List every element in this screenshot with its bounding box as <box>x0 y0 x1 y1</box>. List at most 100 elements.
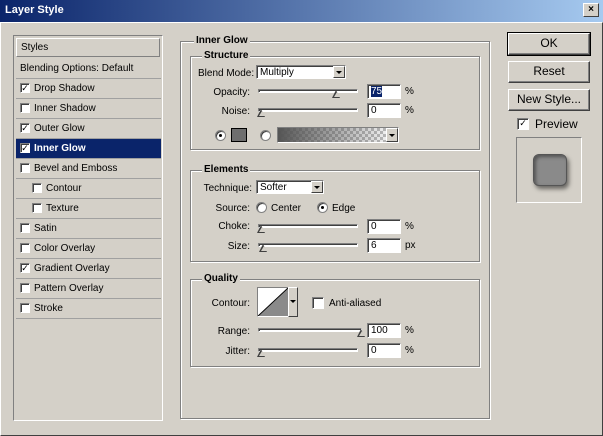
size-slider-track[interactable] <box>258 243 358 247</box>
opacity-unit: % <box>405 86 414 97</box>
chevron-down-icon <box>386 128 398 142</box>
jitter-field[interactable]: 0 <box>367 343 401 358</box>
style-checkbox[interactable]: ✓ <box>20 263 30 273</box>
range-unit: % <box>405 325 414 336</box>
technique-value: Softer <box>260 182 287 193</box>
style-item-pattern-overlay[interactable]: Pattern Overlay <box>16 279 161 299</box>
blend-mode-select[interactable]: Multiply <box>256 65 346 79</box>
noise-slider-thumb[interactable] <box>257 109 266 118</box>
glow-color-swatch[interactable] <box>231 128 247 142</box>
title-bar: Layer Style × <box>0 0 603 22</box>
style-item-label: Stroke <box>34 303 63 314</box>
style-checkbox[interactable] <box>20 223 30 233</box>
noise-value: 0 <box>371 105 377 116</box>
range-slider-track[interactable] <box>258 328 362 332</box>
style-checkbox[interactable] <box>20 103 30 113</box>
style-item-texture[interactable]: Texture <box>16 199 161 219</box>
styles-list-panel: Styles Blending Options: Default ✓ Drop Sh… <box>13 35 163 421</box>
choke-slider-track[interactable] <box>258 224 358 228</box>
style-item-inner-glow[interactable]: ✓ Inner Glow <box>16 139 161 159</box>
range-label: Range: <box>217 326 250 337</box>
jitter-slider-track[interactable] <box>258 348 358 352</box>
style-item-label: Outer Glow <box>34 123 85 134</box>
styles-list-header[interactable]: Styles <box>16 38 160 57</box>
contour-dropdown-arrow[interactable] <box>288 287 298 317</box>
style-item-inner-shadow[interactable]: Inner Shadow <box>16 99 161 119</box>
style-item-gradient-overlay[interactable]: ✓ Gradient Overlay <box>16 259 161 279</box>
source-edge-label: Edge <box>332 203 356 214</box>
style-checkbox[interactable] <box>20 163 30 173</box>
solid-color-radio[interactable] <box>215 130 226 141</box>
choke-value: 0 <box>371 221 377 232</box>
style-checkbox[interactable] <box>20 283 30 293</box>
style-item-label: Inner Shadow <box>34 103 96 114</box>
style-item-label: Pattern Overlay <box>34 283 104 294</box>
choke-label: Choke: <box>218 221 250 232</box>
gradient-radio[interactable] <box>260 130 271 141</box>
size-field[interactable]: 6 <box>367 238 401 253</box>
reset-button[interactable]: Reset <box>508 61 590 83</box>
anti-aliased-checkbox[interactable] <box>312 297 324 309</box>
source-label: Source: <box>215 203 250 214</box>
noise-slider-track[interactable] <box>258 108 358 112</box>
size-value: 6 <box>371 240 377 251</box>
style-item-label: Color Overlay <box>34 243 96 254</box>
style-item-label: Bevel and Emboss <box>34 163 118 174</box>
style-item-label: Inner Glow <box>34 143 86 154</box>
anti-aliased-label: Anti-aliased <box>329 298 382 309</box>
opacity-field[interactable]: 75 <box>367 84 401 99</box>
style-item-label: Texture <box>46 203 79 214</box>
technique-label: Technique: <box>203 183 252 194</box>
opacity-label: Opacity: <box>213 87 250 98</box>
style-item-blending-options-default[interactable]: Blending Options: Default <box>16 59 161 79</box>
range-field[interactable]: 100 <box>367 323 401 338</box>
opacity-slider-thumb[interactable] <box>332 90 341 99</box>
source-center-radio[interactable] <box>256 202 267 213</box>
style-item-contour[interactable]: Contour <box>16 179 161 199</box>
size-slider-thumb[interactable] <box>259 244 268 253</box>
style-item-outer-glow[interactable]: ✓ Outer Glow <box>16 119 161 139</box>
style-item-bevel-and-emboss[interactable]: Bevel and Emboss <box>16 159 161 179</box>
gradient-picker[interactable] <box>277 127 399 143</box>
structure-title: Structure <box>202 50 251 61</box>
elements-title: Elements <box>202 164 251 175</box>
technique-select[interactable]: Softer <box>256 180 324 194</box>
ok-button[interactable]: OK <box>507 32 591 56</box>
close-icon[interactable]: × <box>583 3 599 17</box>
choke-field[interactable]: 0 <box>367 219 401 234</box>
contour-linear-icon <box>257 287 289 317</box>
preview-checkbox[interactable]: ✓ <box>517 118 529 130</box>
size-label: Size: <box>227 241 250 252</box>
style-checkbox[interactable] <box>20 243 30 253</box>
source-edge-radio[interactable] <box>317 202 328 213</box>
style-item-label: Gradient Overlay <box>34 263 110 274</box>
style-item-satin[interactable]: Satin <box>16 219 161 239</box>
contour-thumbnail[interactable] <box>257 287 289 317</box>
jitter-label: Jitter: <box>225 346 250 357</box>
contour-label: Contour: <box>211 298 250 309</box>
style-item-color-overlay[interactable]: Color Overlay <box>16 239 161 259</box>
choke-slider-thumb[interactable] <box>257 225 266 234</box>
new-style-button[interactable]: New Style... <box>508 89 590 111</box>
style-item-stroke[interactable]: Stroke <box>16 299 161 319</box>
style-checkbox[interactable] <box>20 303 30 313</box>
style-checkbox[interactable] <box>32 183 42 193</box>
jitter-slider-thumb[interactable] <box>257 349 266 358</box>
opacity-value: 75 <box>371 86 383 97</box>
quality-title: Quality <box>202 273 240 284</box>
style-item-drop-shadow[interactable]: ✓ Drop Shadow <box>16 79 161 99</box>
size-unit: px <box>405 240 416 251</box>
style-checkbox[interactable]: ✓ <box>20 143 30 153</box>
style-checkbox[interactable]: ✓ <box>20 123 30 133</box>
source-center-label: Center <box>271 203 302 214</box>
style-checkbox[interactable]: ✓ <box>20 83 30 93</box>
blend-mode-label: Blend Mode: <box>198 68 255 79</box>
preview-label: Preview <box>535 117 578 131</box>
style-item-label: Blending Options: Default <box>20 63 134 74</box>
style-checkbox[interactable] <box>32 203 42 213</box>
noise-field[interactable]: 0 <box>367 103 401 118</box>
range-slider-thumb[interactable] <box>357 329 366 338</box>
chevron-down-icon <box>311 181 323 193</box>
opacity-slider-track[interactable] <box>258 89 358 93</box>
style-item-label: Satin <box>34 223 57 234</box>
